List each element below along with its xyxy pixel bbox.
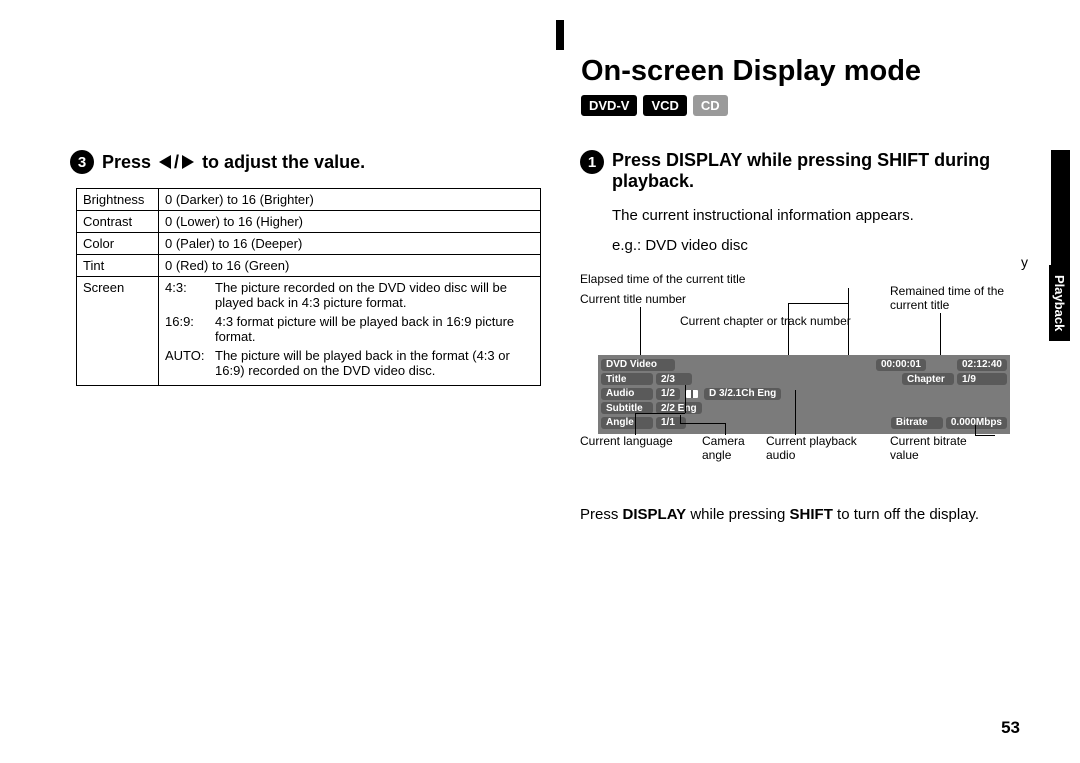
- cell-key: Brightness: [77, 189, 159, 211]
- off-para: Press DISPLAY while pressing SHIFT to tu…: [580, 505, 1028, 525]
- osd-chap-v: 1/9: [957, 373, 1007, 385]
- step1-text: Press DISPLAY while pressing SHIFT durin…: [612, 150, 1012, 192]
- callout-language: Current language: [580, 435, 673, 449]
- leader-line: [680, 423, 725, 424]
- leader-line: [975, 425, 976, 435]
- leader-line: [680, 415, 681, 423]
- step3-heading: 3 Press / to adjust the value.: [70, 150, 535, 174]
- osd-title-l: Title: [601, 373, 653, 385]
- table-row: Contrast0 (Lower) to 16 (Higher): [77, 211, 541, 233]
- leader-line: [975, 435, 995, 436]
- cell-key: Screen: [77, 277, 159, 386]
- osd-box: DVD Video 00:00:01 02:12:40 Title 2/3 Ch…: [598, 355, 1010, 434]
- badge-dvd: DVD-V: [581, 95, 637, 116]
- badge-vcd: VCD: [643, 95, 686, 116]
- leader-line: [725, 423, 726, 435]
- cell-val: 0 (Lower) to 16 (Higher): [159, 211, 541, 233]
- cell-val: 0 (Red) to 16 (Green): [159, 255, 541, 277]
- osd-chap-l: Chapter: [902, 373, 954, 385]
- table-row: Color0 (Paler) to 16 (Deeper): [77, 233, 541, 255]
- callout-remained: Remained time of the current title: [890, 285, 1028, 313]
- format-badges: DVD-V VCD CD: [581, 95, 728, 116]
- cell-val: 0 (Paler) to 16 (Deeper): [159, 233, 541, 255]
- screen-desc: The picture recorded on the DVD video di…: [215, 280, 534, 310]
- top-tab-marker: [556, 20, 564, 50]
- info-para: The current instructional information ap…: [612, 206, 1028, 226]
- cell-key: Contrast: [77, 211, 159, 233]
- page-number: 53: [1001, 718, 1020, 738]
- step-number-1: 1: [580, 150, 604, 174]
- leader-line: [848, 288, 849, 358]
- osd-angle-l: Angle: [601, 417, 653, 429]
- step1-heading: 1 Press DISPLAY while pressing SHIFT dur…: [580, 150, 1028, 192]
- table-row: Tint0 (Red) to 16 (Green): [77, 255, 541, 277]
- callout-title-num: Current title number: [580, 293, 686, 307]
- leader-line: [788, 303, 789, 358]
- screen-mode: 4:3:: [165, 280, 215, 310]
- leader-line: [940, 313, 941, 358]
- badge-cd: CD: [693, 95, 728, 116]
- adjustment-table: Brightness0 (Darker) to 16 (Brighter) Co…: [76, 188, 541, 386]
- left-arrow-icon: [159, 155, 171, 169]
- cell-val: 0 (Darker) to 16 (Brighter): [159, 189, 541, 211]
- leader-line: [635, 413, 636, 435]
- screen-mode: 16:9:: [165, 314, 215, 344]
- osd-diagram: Current title number Elapsed time of the…: [580, 265, 1028, 475]
- leader-line: [795, 390, 796, 435]
- cell-key: Color: [77, 233, 159, 255]
- osd-audio-v2: D 3/2.1Ch Eng: [704, 388, 781, 400]
- callout-bitrate: Current bitrate value: [890, 435, 990, 463]
- osd-bit-v: 0.000Mbps: [946, 417, 1007, 429]
- screen-desc: 4:3 format picture will be played back i…: [215, 314, 534, 344]
- leader-line: [788, 303, 848, 304]
- slash: /: [174, 152, 179, 173]
- callout-audio: Current playback audio: [766, 435, 876, 463]
- callout-elapsed: Elapsed time of the current title: [580, 273, 745, 287]
- right-arrow-icon: [182, 155, 194, 169]
- cell-val: 4:3:The picture recorded on the DVD vide…: [159, 277, 541, 386]
- side-tab: Playback: [1049, 265, 1070, 341]
- page-title: On-screen Display mode: [581, 55, 921, 88]
- example-para: e.g.: DVD video disc: [612, 236, 1028, 256]
- callout-chapter: Current chapter or track number: [680, 315, 851, 329]
- step3-text-b: to adjust the value.: [202, 152, 365, 173]
- table-row: Screen 4:3:The picture recorded on the D…: [77, 277, 541, 386]
- screen-desc: The picture will be played back in the f…: [215, 348, 534, 378]
- step-number-3: 3: [70, 150, 94, 174]
- dolby-icon: [686, 390, 698, 398]
- osd-title-v: 2/3: [656, 373, 692, 385]
- leader-line: [635, 413, 685, 414]
- osd-audio-v1: 1/2: [656, 388, 680, 400]
- side-tab-blank: [1051, 150, 1070, 265]
- osd-disc: DVD Video: [601, 359, 675, 371]
- osd-remained: 02:12:40: [957, 359, 1007, 371]
- callout-angle: Camera angle: [702, 435, 758, 463]
- osd-bit-l: Bitrate: [891, 417, 943, 429]
- table-row: Brightness0 (Darker) to 16 (Brighter): [77, 189, 541, 211]
- leader-line: [685, 385, 686, 413]
- osd-audio-l: Audio: [601, 388, 653, 400]
- osd-elapsed: 00:00:01: [876, 359, 926, 371]
- screen-mode: AUTO:: [165, 348, 215, 378]
- cell-key: Tint: [77, 255, 159, 277]
- step3-text-a: Press: [102, 152, 151, 173]
